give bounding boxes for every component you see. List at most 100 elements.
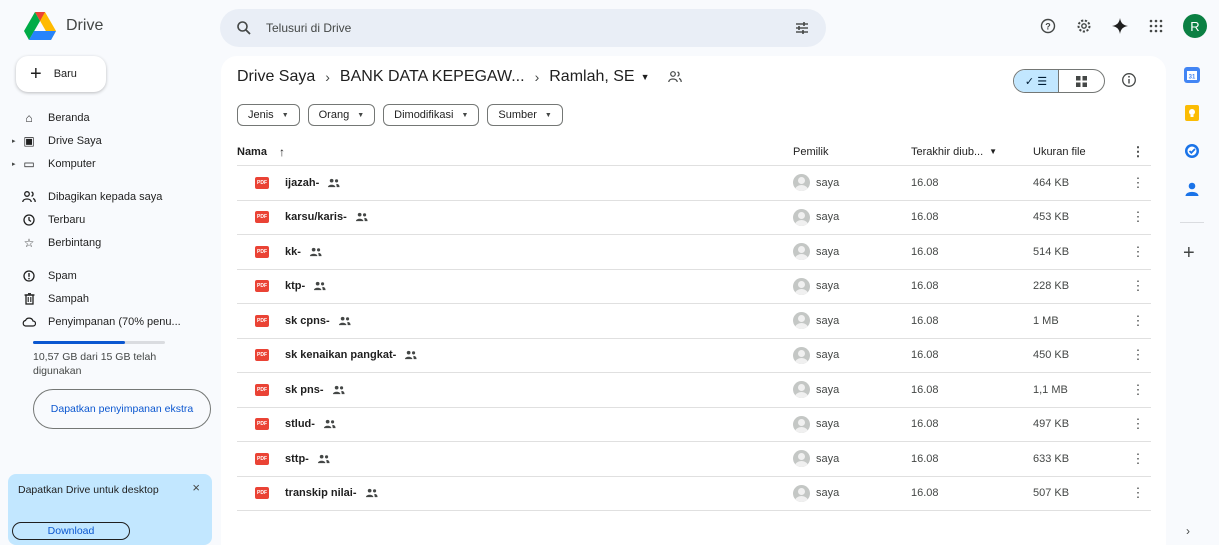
grid-view-button[interactable] <box>1059 70 1104 92</box>
expand-panel-icon[interactable]: › <box>1186 524 1190 538</box>
more-options-icon[interactable]: ⋮ <box>1125 175 1151 191</box>
sidebar-item-label: Spam <box>48 269 77 282</box>
table-row[interactable]: PDF transkip nilai- saya 16.08 507 KB ⋮ <box>237 477 1151 511</box>
drive-logo[interactable]: Drive <box>24 12 103 40</box>
get-more-storage-button[interactable]: Dapatkan penyimpanan ekstra <box>33 389 211 429</box>
breadcrumb-folder[interactable]: BANK DATA KEPEGAW... <box>340 68 525 86</box>
file-name-cell: PDF sk pns- <box>237 383 793 396</box>
file-name[interactable]: karsu/karis- <box>285 211 347 223</box>
file-name[interactable]: sk cpns- <box>285 315 330 327</box>
file-name[interactable]: transkip nilai- <box>285 487 357 499</box>
close-icon[interactable]: × <box>192 480 200 495</box>
more-options-icon[interactable]: ⋮ <box>1125 485 1151 501</box>
breadcrumb-root[interactable]: Drive Saya <box>237 68 315 86</box>
owner-avatar-icon <box>793 277 810 295</box>
apps-grid-icon[interactable] <box>1147 17 1165 35</box>
sidebar-item-dibagikan[interactable]: Dibagikan kepada saya <box>0 185 220 208</box>
owner-cell: saya <box>793 346 911 364</box>
shared-with-me-icon <box>22 190 36 203</box>
pdf-file-icon: PDF <box>255 176 269 189</box>
more-options-icon[interactable]: ⋮ <box>1125 382 1151 398</box>
top-actions: ? R <box>1039 14 1207 38</box>
owner-name: saya <box>816 452 840 465</box>
table-row[interactable]: PDF sttp- saya 16.08 633 KB ⋮ <box>237 442 1151 477</box>
expand-caret-icon[interactable]: ▸ <box>12 160 16 168</box>
sort-ascending-icon[interactable]: ↑ <box>279 145 285 159</box>
more-options-icon[interactable]: ⋮ <box>1125 209 1151 225</box>
filter-chips: Jenis ▼ Orang ▼ Dimodifikasi ▼ Sumber ▼ <box>237 104 563 126</box>
file-name[interactable]: kk- <box>285 246 301 258</box>
search-bar[interactable]: Telusuri di Drive <box>220 9 826 47</box>
search-icon[interactable] <box>236 20 252 36</box>
sidebar-item-label: Komputer <box>48 157 96 170</box>
modified-cell: 16.08 <box>911 245 939 258</box>
filter-chip-dimodifikasi[interactable]: Dimodifikasi ▼ <box>383 104 480 126</box>
sidebar-item-berbintang[interactable]: ☆ Berbintang <box>0 231 220 254</box>
table-row[interactable]: PDF sk kenaikan pangkat- saya 16.08 450 … <box>237 339 1151 373</box>
column-header-name[interactable]: Nama ↑ <box>237 145 793 159</box>
table-row[interactable]: PDF stlud- saya 16.08 497 KB ⋮ <box>237 408 1151 442</box>
column-header-size[interactable]: Ukuran file <box>1033 146 1125 158</box>
sidebar-item-sampah[interactable]: Sampah <box>0 287 220 310</box>
expand-caret-icon[interactable]: ▸ <box>12 137 16 145</box>
add-addon-icon[interactable]: + <box>1183 242 1195 265</box>
column-options-icon[interactable]: ⋮ <box>1125 144 1151 160</box>
file-name[interactable]: sk pns- <box>285 384 324 396</box>
new-button[interactable]: + Baru <box>16 56 106 92</box>
file-name[interactable]: ijazah- <box>285 177 319 189</box>
more-options-icon[interactable]: ⋮ <box>1125 451 1151 467</box>
filter-chip-sumber[interactable]: Sumber ▼ <box>487 104 563 126</box>
more-options-icon[interactable]: ⋮ <box>1125 278 1151 294</box>
search-options-icon[interactable] <box>794 20 810 36</box>
help-icon[interactable]: ? <box>1039 17 1057 35</box>
owner-cell: saya <box>793 277 911 295</box>
search-input[interactable]: Telusuri di Drive <box>266 21 794 35</box>
file-name[interactable]: sttp- <box>285 453 309 465</box>
more-options-icon[interactable]: ⋮ <box>1125 313 1151 329</box>
calendar-icon[interactable]: 31 <box>1183 66 1201 84</box>
more-options-icon[interactable]: ⋮ <box>1125 347 1151 363</box>
sidebar-item-spam[interactable]: Spam <box>0 264 220 287</box>
table-row[interactable]: PDF sk cpns- saya 16.08 1 MB ⋮ <box>237 304 1151 339</box>
sidebar-item-drive-saya[interactable]: ▸ ▣ Drive Saya <box>0 129 220 152</box>
more-options-icon[interactable]: ⋮ <box>1125 416 1151 432</box>
column-header-modified[interactable]: Terakhir diub... ▼ <box>911 146 1033 158</box>
shared-icon <box>309 247 322 256</box>
table-body: PDF ijazah- saya 16.08 464 KB ⋮ PDF kars… <box>237 166 1151 511</box>
file-name[interactable]: stlud- <box>285 418 315 430</box>
table-row[interactable]: PDF sk pns- saya 16.08 1,1 MB ⋮ <box>237 373 1151 408</box>
tasks-icon[interactable] <box>1183 142 1201 160</box>
table-row[interactable]: PDF karsu/karis- saya 16.08 453 KB ⋮ <box>237 201 1151 235</box>
list-view-button[interactable]: ✓ ☰ <box>1014 70 1060 92</box>
sidebar-item-komputer[interactable]: ▸ ▭ Komputer <box>0 152 220 175</box>
settings-icon[interactable] <box>1075 17 1093 35</box>
owner-name: saya <box>816 349 840 362</box>
breadcrumb: Drive Saya › BANK DATA KEPEGAW... › Raml… <box>237 68 682 86</box>
more-options-icon[interactable]: ⋮ <box>1125 244 1151 260</box>
trash-icon <box>22 292 36 305</box>
table-row[interactable]: PDF kk- saya 16.08 514 KB ⋮ <box>237 235 1151 270</box>
column-header-owner[interactable]: Pemilik <box>793 146 911 158</box>
table-row[interactable]: PDF ktp- saya 16.08 228 KB ⋮ <box>237 270 1151 304</box>
sidebar-item-terbaru[interactable]: Terbaru <box>0 208 220 231</box>
star-icon: ☆ <box>23 235 35 250</box>
breadcrumb-current-folder[interactable]: Ramlah, SE ▼ <box>549 68 649 86</box>
owner-avatar-icon <box>793 381 810 399</box>
gemini-icon[interactable] <box>1111 17 1129 35</box>
file-name[interactable]: sk kenaikan pangkat- <box>285 349 396 361</box>
contacts-icon[interactable] <box>1183 180 1201 198</box>
download-button[interactable]: Download <box>12 522 130 540</box>
spam-icon <box>22 269 36 282</box>
sidebar-item-penyimpanan[interactable]: Penyimpanan (70% penu... <box>0 310 220 333</box>
filter-chip-orang[interactable]: Orang ▼ <box>307 104 376 126</box>
file-name[interactable]: ktp- <box>285 280 305 292</box>
sidebar-item-beranda[interactable]: ⌂ Beranda <box>0 106 220 129</box>
modified-cell: 16.08 <box>911 487 939 500</box>
filter-chip-jenis[interactable]: Jenis ▼ <box>237 104 300 126</box>
account-avatar[interactable]: R <box>1183 14 1207 38</box>
new-button-label: Baru <box>53 68 77 80</box>
info-icon[interactable] <box>1121 72 1137 88</box>
keep-icon[interactable] <box>1183 104 1201 122</box>
table-row[interactable]: PDF ijazah- saya 16.08 464 KB ⋮ <box>237 166 1151 201</box>
pdf-file-icon: PDF <box>255 280 269 293</box>
